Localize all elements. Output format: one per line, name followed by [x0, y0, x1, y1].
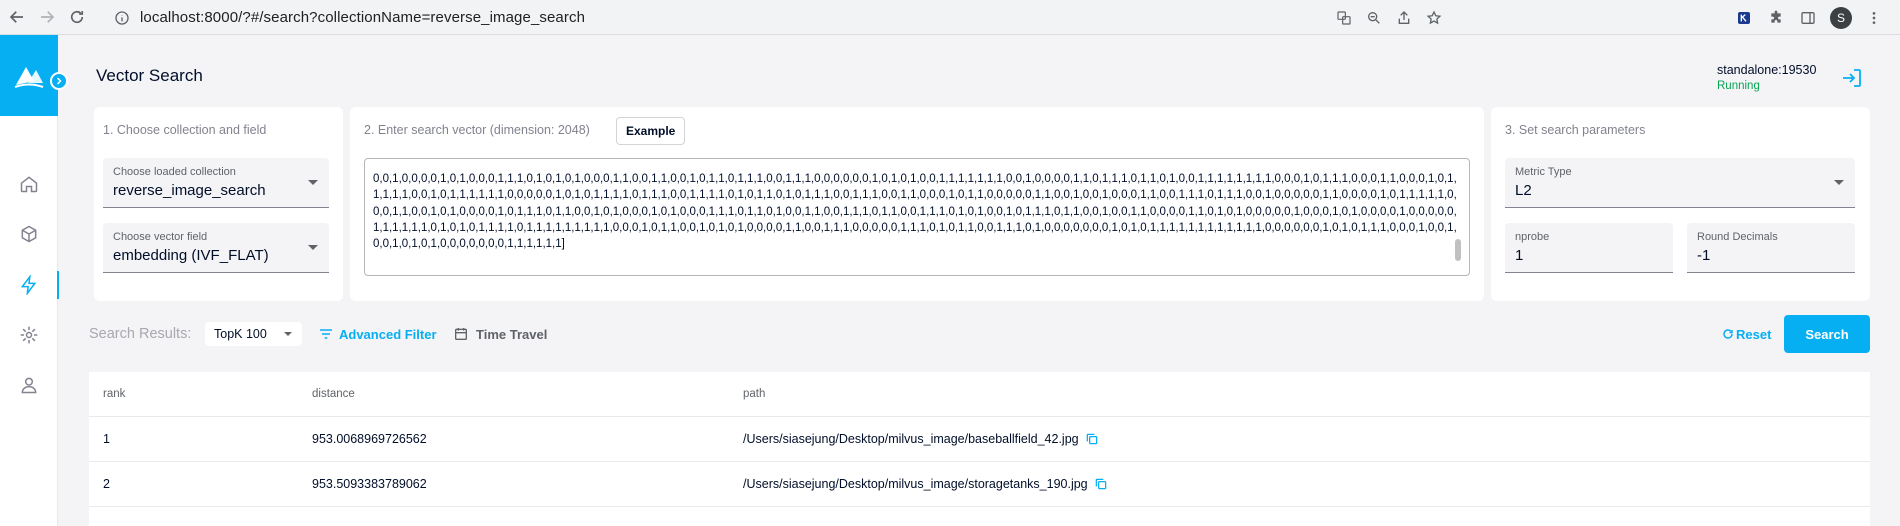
- table-row[interactable]: 1 953.0068969726562 /Users/siasejung/Des…: [89, 417, 1870, 462]
- topk-value: TopK 100: [214, 327, 267, 341]
- browser-extensions: S: [1734, 0, 1900, 35]
- reload-icon[interactable]: [62, 2, 92, 32]
- reset-label: Reset: [1736, 326, 1772, 342]
- parameters-panel: 3. Set search parameters Metric Type L2 …: [1491, 107, 1870, 301]
- step3-title: 3. Set search parameters: [1505, 123, 1646, 137]
- vector-scrollbar[interactable]: [1455, 239, 1461, 261]
- step2-title: 2. Enter search vector (dimension: 2048): [364, 123, 590, 137]
- vector-field-select[interactable]: Choose vector field embedding (IVF_FLAT): [103, 223, 329, 273]
- collection-select[interactable]: Choose loaded collection reverse_image_s…: [103, 158, 329, 208]
- distance-cell: 953.0068969726562: [312, 432, 427, 446]
- zoom-icon[interactable]: [1364, 8, 1384, 28]
- url-text[interactable]: localhost:8000/?#/search?collectionName=…: [140, 9, 585, 26]
- server-status: Running: [1717, 80, 1760, 92]
- server-address: standalone:19530: [1717, 63, 1817, 77]
- table-row[interactable]: 2 953.5093383789062 /Users/siasejung/Des…: [89, 462, 1870, 507]
- metric-type-value: L2: [1515, 182, 1532, 199]
- nprobe-label: nprobe: [1515, 231, 1550, 243]
- reset-button[interactable]: Reset: [1722, 323, 1771, 345]
- milvus-logo[interactable]: [0, 35, 58, 116]
- nprobe-value[interactable]: 1: [1515, 247, 1523, 264]
- chevron-down-icon: [308, 180, 318, 185]
- example-button[interactable]: Example: [616, 117, 686, 145]
- home-icon[interactable]: [0, 166, 58, 202]
- column-header-path[interactable]: path: [743, 372, 765, 416]
- back-arrow-icon[interactable]: [2, 2, 32, 32]
- site-info-icon[interactable]: [114, 10, 130, 26]
- distance-cell: 953.5093383789062: [312, 477, 427, 491]
- forward-arrow-icon[interactable]: [32, 2, 62, 32]
- path-cell: /Users/siasejung/Desktop/milvus_image/st…: [743, 462, 1108, 506]
- vector-field-select-value: embedding (IVF_FLAT): [113, 247, 269, 264]
- collection-cube-icon[interactable]: [0, 216, 58, 252]
- browser-toolbar: localhost:8000/?#/search?collectionName=…: [0, 0, 1900, 35]
- topk-select[interactable]: TopK 100: [205, 322, 302, 346]
- path-text: /Users/siasejung/Desktop/milvus_image/st…: [743, 477, 1088, 491]
- copy-icon[interactable]: [1085, 432, 1099, 446]
- omnibox-actions: [1334, 0, 1444, 35]
- table-header-row: rank distance path: [89, 372, 1870, 417]
- chevron-down-icon: [308, 245, 318, 250]
- search-button[interactable]: Search: [1784, 315, 1870, 353]
- vector-field-select-label: Choose vector field: [113, 231, 208, 243]
- rank-cell: 2: [103, 477, 110, 491]
- search-vector-input[interactable]: 0,0,1,0,0,0,0,1,0,1,0,0,0,1,1,1,0,1,0,1,…: [364, 158, 1470, 276]
- calendar-icon: [455, 328, 467, 340]
- system-cluster-icon[interactable]: [0, 317, 58, 353]
- vector-panel: 2. Enter search vector (dimension: 2048)…: [350, 107, 1484, 301]
- chevron-down-icon: [284, 332, 292, 336]
- nprobe-input[interactable]: nprobe 1: [1505, 223, 1673, 273]
- step1-title: 1. Choose collection and field: [103, 123, 267, 137]
- extension-app-icon[interactable]: [1734, 8, 1754, 28]
- filter-icon: [320, 329, 332, 339]
- translate-icon[interactable]: [1334, 8, 1354, 28]
- path-text: /Users/siasejung/Desktop/milvus_image/ba…: [743, 432, 1079, 446]
- search-lightning-icon[interactable]: [0, 267, 59, 303]
- page-title: Vector Search: [96, 66, 203, 85]
- sidebar-expand-button[interactable]: [50, 72, 68, 90]
- copy-icon[interactable]: [1094, 477, 1108, 491]
- collection-panel: 1. Choose collection and field Choose lo…: [94, 107, 343, 301]
- time-travel-label: Time Travel: [476, 326, 548, 342]
- metric-type-label: Metric Type: [1515, 166, 1572, 178]
- advanced-filter-label: Advanced Filter: [339, 326, 437, 342]
- milvus-logo-icon: [14, 66, 44, 88]
- share-icon[interactable]: [1394, 8, 1414, 28]
- logout-icon[interactable]: [1840, 66, 1864, 90]
- collection-select-value: reverse_image_search: [113, 182, 266, 199]
- chevron-down-icon: [1834, 180, 1844, 185]
- round-decimals-input[interactable]: Round Decimals -1: [1687, 223, 1855, 273]
- metric-type-select[interactable]: Metric Type L2: [1505, 158, 1855, 208]
- browser-menu-icon[interactable]: [1864, 8, 1884, 28]
- column-header-rank[interactable]: rank: [103, 372, 125, 416]
- advanced-filter-button[interactable]: Advanced Filter: [318, 323, 437, 345]
- extensions-puzzle-icon[interactable]: [1766, 8, 1786, 28]
- results-table: rank distance path 1 953.0068969726562 /…: [89, 372, 1870, 526]
- collection-select-label: Choose loaded collection: [113, 166, 236, 178]
- chevron-right-icon: [56, 77, 62, 85]
- search-results-label: Search Results:: [89, 326, 192, 342]
- round-decimals-value[interactable]: -1: [1697, 247, 1710, 264]
- profile-avatar[interactable]: S: [1830, 6, 1852, 29]
- side-panel-icon[interactable]: [1798, 8, 1818, 28]
- column-header-distance[interactable]: distance: [312, 372, 355, 416]
- app-sidebar: [0, 35, 59, 526]
- round-decimals-label: Round Decimals: [1697, 231, 1778, 243]
- user-icon[interactable]: [0, 367, 58, 403]
- path-cell: /Users/siasejung/Desktop/milvus_image/ba…: [743, 417, 1099, 461]
- bookmark-star-icon[interactable]: [1424, 8, 1444, 28]
- address-bar[interactable]: localhost:8000/?#/search?collectionName=…: [104, 4, 1744, 31]
- search-vector-text[interactable]: 0,0,1,0,0,0,0,1,0,1,0,0,0,1,1,1,0,1,0,1,…: [373, 171, 1457, 252]
- rank-cell: 1: [103, 432, 110, 446]
- time-travel-button[interactable]: Time Travel: [453, 323, 547, 345]
- reset-icon: [1723, 329, 1733, 339]
